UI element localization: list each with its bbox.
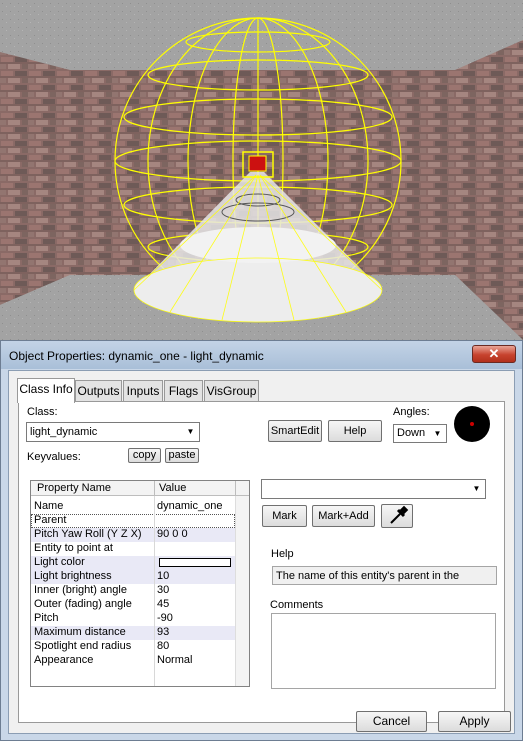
property-name: Outer (fading) angle [34,598,132,610]
header-divider [154,481,155,496]
close-button[interactable]: ✕ [472,345,516,363]
property-name: Pitch Yaw Roll (Y Z X) [34,528,142,540]
property-value: Normal [157,654,193,666]
tab-visgroup[interactable]: VisGroup [204,380,259,402]
table-row[interactable]: Maximum distance 93 [31,626,235,640]
angles-dropdown[interactable]: Down ▼ [393,424,447,443]
property-value: 30 [157,584,170,596]
copy-label: copy [132,449,157,461]
copy-button[interactable]: copy [128,448,161,463]
dialog-title: Object Properties: dynamic_one - light_d… [9,349,264,363]
property-name: Parent [34,514,67,526]
property-value: 10 [157,570,170,582]
table-row[interactable]: Spotlight end radius 80 [31,640,235,654]
class-label: Class: [27,406,58,418]
tab-inputs[interactable]: Inputs [123,380,163,402]
column-divider [154,496,155,686]
tab-class-info[interactable]: Class Info [17,378,75,403]
mark-button[interactable]: Mark [262,505,307,527]
eyedropper-button[interactable] [381,504,413,528]
grid-scrollbar[interactable] [235,496,249,686]
help-button[interactable]: Help [328,420,382,442]
mark-label: Mark [272,510,297,522]
class-dropdown[interactable]: light_dynamic ▼ [26,422,200,442]
apply-button[interactable]: Apply [438,711,511,732]
property-value: -90 [157,612,173,624]
tab-label: Flags [168,384,199,398]
table-row[interactable]: Inner (bright) angle 30 [31,584,235,598]
eyedropper-icon [390,505,409,524]
property-value: 93 [157,626,170,638]
table-row[interactable]: Pitch -90 [31,612,235,626]
property-value: dynamic_one [157,500,223,512]
property-name: Light color [34,556,85,568]
comments-heading: Comments [270,599,324,611]
tab-label: Class Info [19,382,73,396]
cancel-label: Cancel [372,714,411,728]
viewport-scene [0,0,523,340]
table-row[interactable]: Light color [31,556,235,570]
cancel-button[interactable]: Cancel [356,711,427,732]
3d-viewport[interactable] [0,0,523,340]
grid-header: Property Name Value [31,481,249,496]
help-text-box: The name of this entity's parent in the [272,566,497,585]
tab-outputs[interactable]: Outputs [75,380,122,402]
chevron-down-icon: ▼ [472,484,481,493]
property-name: Light brightness [34,570,112,582]
table-row[interactable]: Parent [31,514,235,528]
property-name: Pitch [34,612,59,624]
chevron-down-icon: ▼ [186,427,195,436]
comments-textarea[interactable] [271,613,496,689]
light-color-swatch[interactable] [159,558,231,567]
title-bar[interactable]: Object Properties: dynamic_one - light_d… [1,341,522,369]
table-row[interactable]: Pitch Yaw Roll (Y Z X) 90 0 0 [31,528,235,542]
header-divider [235,481,236,496]
table-row[interactable]: Appearance Normal [31,654,235,668]
help-text: The name of this entity's parent in the [276,570,460,582]
table-row[interactable]: Outer (fading) angle 45 [31,598,235,612]
col-header-property-name[interactable]: Property Name [37,482,111,494]
value-dropdown[interactable]: ▼ [261,479,486,499]
help-label: Help [343,425,367,437]
property-name: Spotlight end radius [34,640,132,652]
property-value: 80 [157,640,170,652]
tab-label: Inputs [126,384,160,398]
paste-label: paste [168,449,196,461]
property-name: Appearance [34,654,94,666]
angles-value: Down [397,427,426,439]
property-name: Name [34,500,64,512]
keyvalues-label: Keyvalues: [27,451,81,463]
property-name: Maximum distance [34,626,126,638]
angles-label: Angles: [393,406,430,418]
property-name: Entity to point at [34,542,113,554]
tab-label: Outputs [77,384,120,398]
col-header-value[interactable]: Value [159,482,186,494]
close-icon: ✕ [488,346,500,361]
tab-label: VisGroup [206,384,257,398]
property-name: Inner (bright) angle [34,584,127,596]
paste-button[interactable]: paste [165,448,199,463]
chevron-down-icon: ▼ [433,429,442,438]
table-row[interactable]: Entity to point at [31,542,235,556]
smartedit-button[interactable]: SmartEdit [268,420,322,442]
help-heading: Help [271,548,294,560]
mark-add-button[interactable]: Mark+Add [312,505,375,527]
angle-dial-icon[interactable] [451,404,493,444]
class-value: light_dynamic [30,426,98,438]
property-value: 45 [157,598,170,610]
property-grid[interactable]: Property Name Value Name dynamic_one Par… [30,480,250,687]
table-row[interactable]: Name dynamic_one [31,500,235,514]
tab-flags[interactable]: Flags [164,380,203,402]
table-row[interactable]: Light brightness 10 [31,570,235,584]
smartedit-label: SmartEdit [270,425,320,437]
property-value: 90 0 0 [157,528,188,540]
mark-add-label: Mark+Add [318,510,369,522]
apply-label: Apply [459,714,490,728]
